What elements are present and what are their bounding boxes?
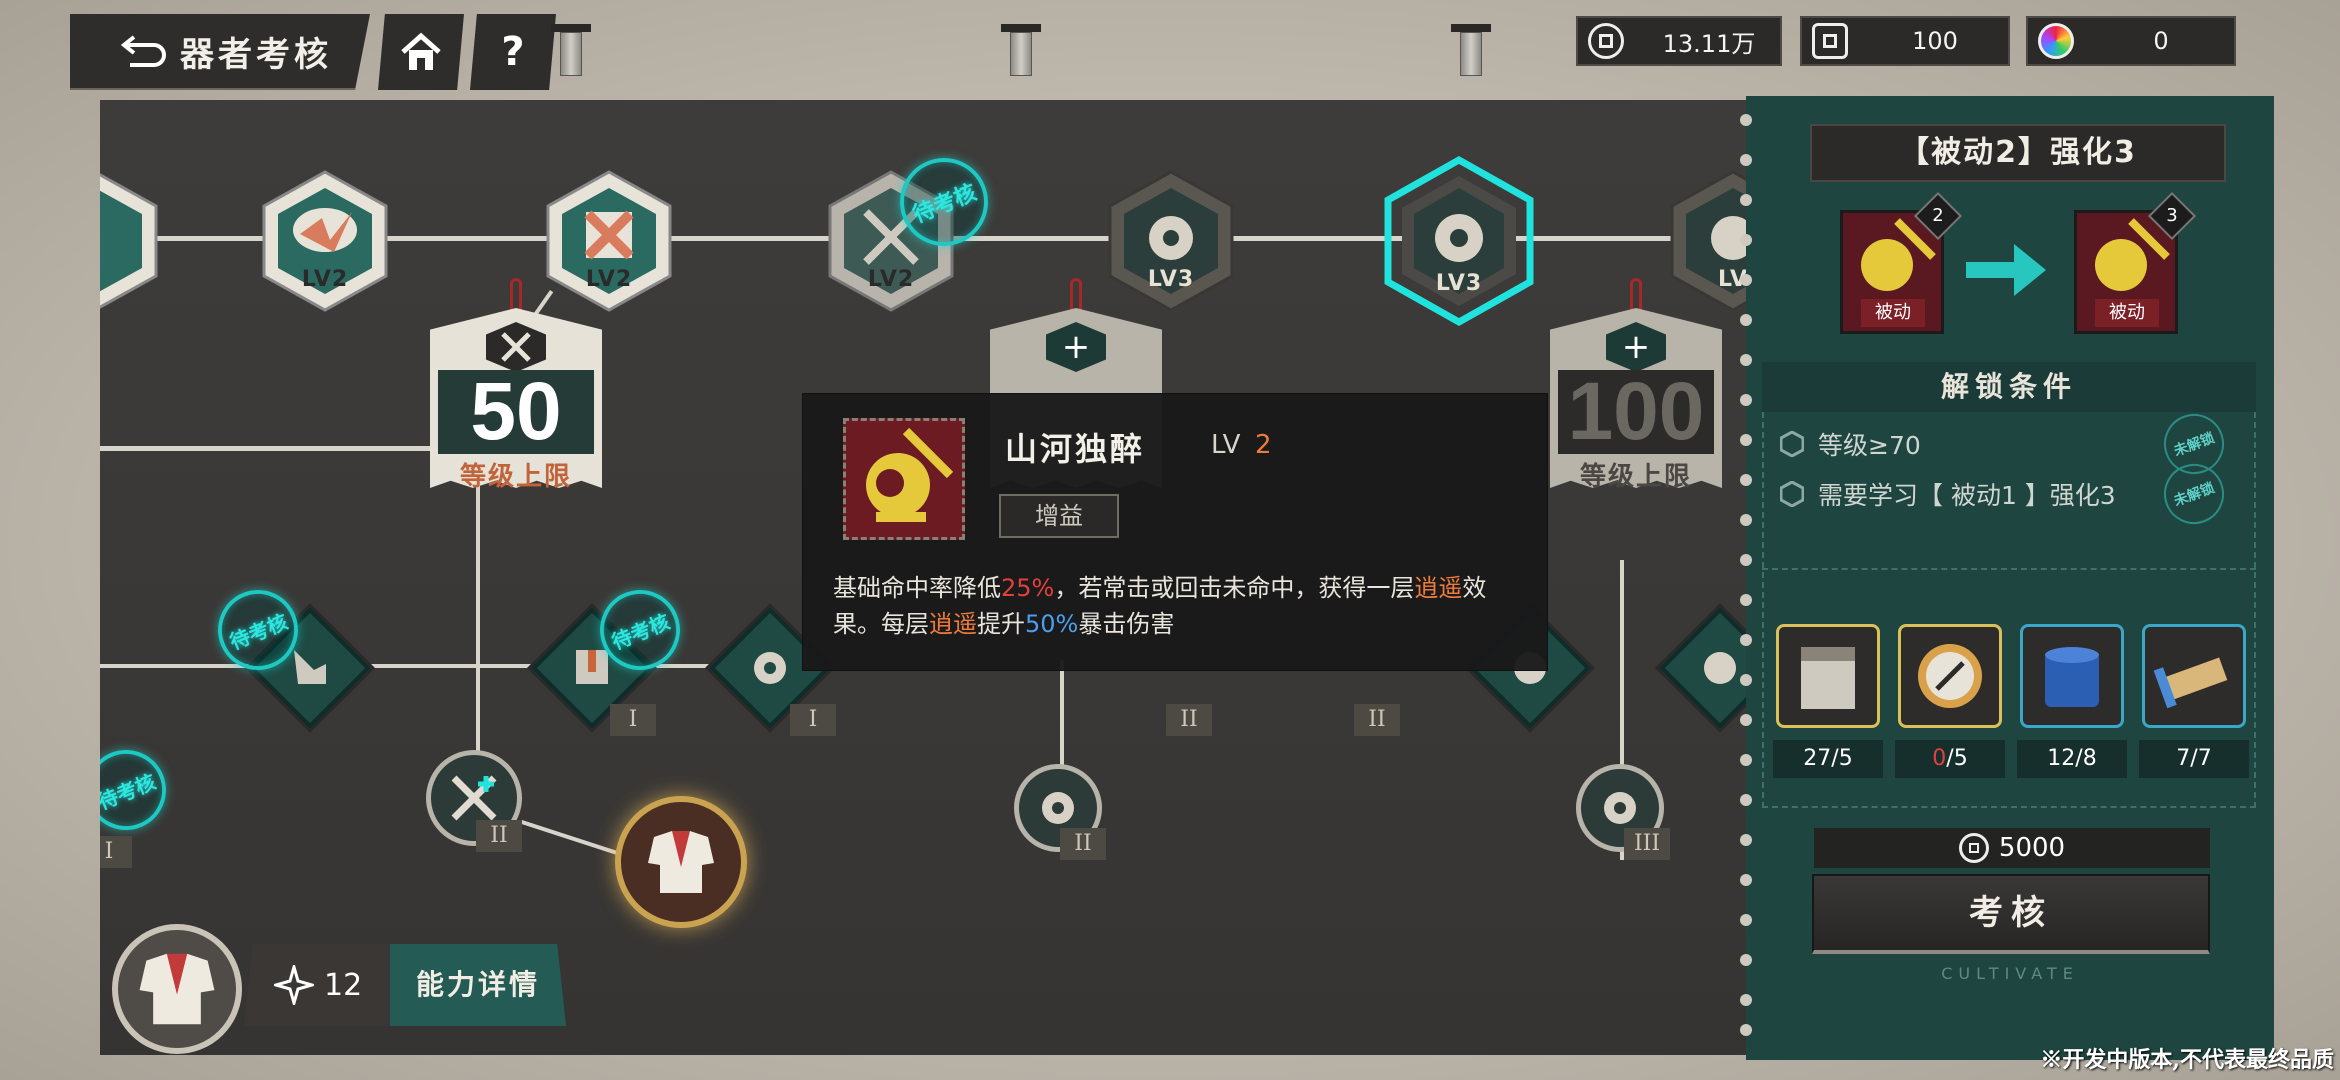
cost-bar: 5000	[1814, 828, 2210, 868]
lock-icon	[754, 652, 786, 684]
home-button[interactable]	[378, 14, 464, 90]
skill-description: 基础命中率降低25%，若常击或回击未命中，获得一层逍遥效果。每层逍遥提升50%暴…	[833, 574, 1487, 638]
level-cap-tag[interactable]: + 100 等级上限	[1550, 278, 1722, 492]
condition-row: 需要学习【 被动1 】强化3	[1780, 474, 2116, 514]
tier-label: II	[1060, 828, 1106, 860]
material-item[interactable]	[2020, 624, 2124, 728]
dev-version-note: ※开发中版本,不代表最终品质	[2040, 1047, 2334, 1073]
compass-icon	[1918, 644, 1982, 708]
material-count: 7/7	[2139, 740, 2249, 778]
lock-icon	[1604, 792, 1636, 824]
skill-node[interactable]: LV2	[260, 168, 390, 314]
hanging-peg	[551, 24, 591, 80]
tier-label: II	[476, 820, 522, 852]
resource-gem: 0	[2026, 16, 2236, 66]
page-title: 器者考核	[180, 34, 332, 75]
pending-exam-stamp: 待考核	[100, 737, 179, 843]
home-icon	[401, 32, 441, 70]
skill-icon	[843, 418, 965, 540]
help-button[interactable]: ?	[470, 14, 556, 90]
help-label: ?	[501, 29, 525, 75]
material-item[interactable]	[1776, 624, 1880, 728]
tier-label: III	[1624, 828, 1670, 860]
card-type-label: 被动	[2095, 299, 2159, 327]
gem-icon	[2038, 23, 2074, 59]
level-cap-number: 100	[1558, 370, 1714, 454]
tier-label: II	[1354, 704, 1400, 736]
coin-icon	[1958, 833, 1989, 863]
tier-label: II	[1166, 704, 1212, 736]
back-button[interactable]: 器者考核	[70, 14, 370, 90]
node-level-label: LV2	[867, 267, 915, 292]
swords-icon	[451, 775, 497, 821]
exam-button[interactable]: 考核	[1812, 874, 2210, 954]
hanging-peg	[1001, 24, 1041, 80]
resource-coin: 13.11万	[1576, 16, 1782, 66]
sparkle-icon	[274, 965, 314, 1005]
arrow-right-icon	[1966, 244, 2046, 296]
ability-points: 12	[244, 944, 392, 1026]
skill-node-selected[interactable]: LV3	[1384, 155, 1534, 327]
skill-circle-node-active[interactable]	[615, 796, 747, 928]
card-type-label: 被动	[1861, 299, 1925, 327]
node-level-label: LV2	[301, 267, 349, 292]
hand-icon	[294, 650, 326, 684]
resource-square: 100	[1800, 16, 2010, 66]
bag-icon	[1801, 647, 1855, 709]
character-avatar[interactable]	[112, 924, 242, 1054]
tier-label: I	[790, 704, 836, 736]
level-cap-tag[interactable]: 50 等级上限	[430, 278, 602, 492]
level-cap-caption: 等级上限	[1579, 462, 1692, 492]
node-level-label: LV3	[1435, 271, 1483, 296]
level-cap-number: 50	[438, 370, 594, 454]
material-count: 12/8	[2017, 740, 2127, 778]
current-skill-card: 被动 2	[1840, 191, 1963, 334]
skill-level-label: LV	[1211, 430, 1241, 460]
skill-name: 山河独醉	[1005, 430, 1146, 468]
square-amount: 100	[1912, 27, 1958, 55]
paint-bucket-icon	[2045, 647, 2099, 707]
skill-type-badge: 增益	[999, 494, 1119, 538]
skill-tooltip: 山河独醉 LV 2 增益 基础命中率降低25%，若常击或回击未命中，获得一层逍遥…	[802, 393, 1548, 671]
hexagon-bullet-icon	[1780, 431, 1804, 457]
skill-level-value: 2	[1255, 430, 1272, 460]
scroll-icon	[2153, 657, 2228, 709]
coin-amount: 13.11万	[1662, 29, 1756, 58]
material-count: 0/5	[1895, 740, 2005, 778]
connector-line	[100, 664, 800, 668]
skill-node[interactable]	[100, 168, 160, 314]
condition-row: 等级≥70	[1780, 424, 1921, 464]
level-cap-caption: 等级上限	[459, 462, 572, 492]
tier-label: I	[100, 836, 132, 868]
ability-points-value: 12	[324, 967, 363, 1003]
condition-text: 需要学习【 被动1 】强化3	[1818, 481, 2116, 510]
hanging-peg	[1451, 24, 1491, 80]
currency-square-icon	[1812, 23, 1848, 59]
cost-amount: 5000	[1998, 833, 2066, 863]
lock-icon	[1042, 792, 1074, 824]
robe-icon	[139, 953, 215, 1025]
material-count: 27/5	[1773, 740, 1883, 778]
material-item[interactable]	[2142, 624, 2246, 728]
robe-icon	[648, 831, 714, 893]
panel-title: 【被动2】强化3	[1810, 124, 2226, 182]
condition-text: 等级≥70	[1818, 431, 1921, 460]
panel-perforation	[1740, 114, 1752, 1036]
gem-amount: 0	[2153, 27, 2169, 55]
coin-icon	[1588, 23, 1624, 59]
ability-details-button[interactable]: 能力详情	[390, 944, 566, 1026]
divider	[1762, 568, 2256, 570]
unlock-header: 解锁条件	[1762, 362, 2256, 412]
panel-footer-word: CULTIVATE	[1941, 964, 2079, 983]
next-skill-card: 被动 3	[2074, 191, 2197, 334]
material-item[interactable]	[1898, 624, 2002, 728]
hexagon-bullet-icon	[1780, 481, 1804, 507]
tier-label: I	[610, 704, 656, 736]
back-arrow-icon	[120, 35, 166, 67]
